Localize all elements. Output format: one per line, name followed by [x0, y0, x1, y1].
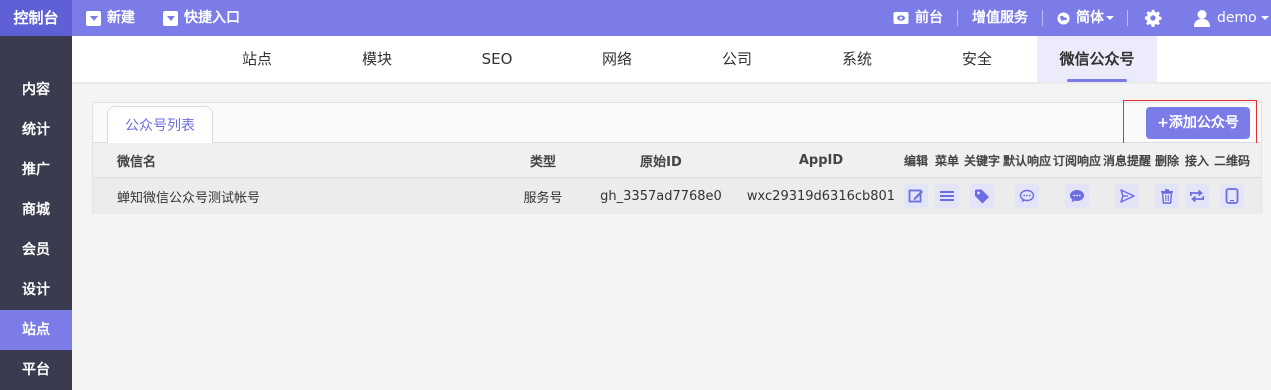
top-bar: 控制台 新建 快捷入口 前台 增值服务 简体 demo [0, 0, 1271, 36]
sidebar: 内容 统计 推广 商城 会员 设计 站点 平台 [0, 36, 72, 390]
highlight-box: +添加公众号 [1123, 100, 1257, 145]
connect-button[interactable] [1185, 184, 1209, 208]
exchange-icon [1190, 189, 1204, 203]
trash-icon [1161, 189, 1173, 204]
edit-icon [908, 189, 923, 203]
col-notify: 消息提醒 [1102, 153, 1151, 168]
divider [1127, 10, 1128, 26]
caret-down-icon [163, 10, 178, 26]
caret-down-icon [86, 10, 101, 26]
default-reply-button[interactable] [1015, 184, 1039, 208]
shortcut-menu[interactable]: 快捷入口 [163, 0, 240, 36]
col-subscribe-reply: 订阅响应 [1052, 153, 1101, 168]
col-type: 类型 [529, 154, 556, 170]
notify-button[interactable] [1115, 184, 1139, 208]
nav-tab[interactable]: 安全 [917, 36, 1037, 82]
sidebar-item[interactable]: 推广 [0, 150, 72, 190]
nav-tabs: 站点 模块 SEO 网络 公司 系统 安全 微信公众号 [72, 36, 1271, 82]
nav-tab[interactable]: SEO [437, 36, 557, 82]
edit-button[interactable] [904, 184, 928, 208]
value-service-label: 增值服务 [972, 10, 1028, 26]
subscribe-reply-button[interactable] [1065, 184, 1089, 208]
chat-icon [1070, 190, 1084, 203]
language-label: 简体 [1076, 10, 1104, 26]
table-header: 微信名 类型 原始ID AppID 编辑 菜单 关键字 默认响应 订阅响应 消息… [93, 143, 1261, 178]
account-type: 服务号 [523, 190, 563, 206]
add-account-button[interactable]: +添加公众号 [1146, 107, 1250, 139]
app-logo[interactable]: 控制台 [0, 0, 72, 36]
tab-account-list[interactable]: 公众号列表 [107, 106, 213, 144]
send-icon [1120, 189, 1135, 203]
sidebar-item[interactable]: 会员 [0, 230, 72, 270]
account-original-id: gh_3357ad7768e0 [600, 188, 722, 204]
keyword-button[interactable] [970, 184, 994, 208]
globe-icon [1057, 11, 1070, 25]
nav-tab[interactable]: 站点 [197, 36, 317, 82]
menu-button[interactable] [935, 184, 959, 208]
sidebar-list: 内容 统计 推广 商城 会员 设计 站点 平台 [0, 70, 72, 390]
nav-tab[interactable]: 公司 [677, 36, 797, 82]
eye-icon [893, 11, 909, 25]
nav-tab[interactable]: 微信公众号 [1037, 36, 1157, 82]
settings-button[interactable] [1144, 0, 1162, 36]
language-switcher[interactable]: 简体 [1057, 0, 1114, 36]
col-connect: 接入 [1184, 153, 1209, 168]
sidebar-item[interactable]: 平台 [0, 350, 72, 390]
frontend-link[interactable]: 前台 [893, 0, 943, 36]
value-service-link[interactable]: 增值服务 [972, 0, 1028, 36]
chat-outline-icon [1019, 189, 1035, 203]
col-qrcode: 二维码 [1213, 153, 1250, 168]
caret-down-icon [1260, 15, 1269, 21]
col-default-reply: 默认响应 [1002, 153, 1051, 168]
frontend-label: 前台 [915, 10, 943, 26]
caret-down-icon [1106, 15, 1114, 21]
sidebar-item[interactable]: 设计 [0, 270, 72, 310]
nav-tab[interactable]: 模块 [317, 36, 437, 82]
delete-button[interactable] [1155, 184, 1179, 208]
col-appid: AppID [798, 152, 844, 168]
account-name: 蝉知微信公众号测试帐号 [117, 190, 261, 206]
new-menu[interactable]: 新建 [86, 0, 135, 36]
sidebar-item[interactable]: 商城 [0, 190, 72, 230]
user-label: demo [1217, 10, 1257, 26]
user-menu[interactable]: demo [1193, 0, 1269, 36]
account-appid: wxc29319d6316cb801 [746, 188, 896, 204]
col-menu: 菜单 [934, 153, 959, 168]
tablet-icon [1225, 188, 1239, 204]
gear-icon [1144, 9, 1162, 27]
panel-tab-strip: 公众号列表 +添加公众号 [93, 100, 1261, 145]
shortcut-label: 快捷入口 [184, 10, 240, 26]
list-icon [940, 191, 954, 201]
table-row: 蝉知微信公众号测试帐号 服务号 gh_3357ad7768e0 wxc29319… [93, 178, 1261, 214]
account-list-panel: 公众号列表 +添加公众号 微信名 类型 原始ID AppID 编辑 菜单 关键字… [92, 100, 1262, 214]
tag-icon [975, 189, 989, 204]
sidebar-item[interactable]: 内容 [0, 70, 72, 110]
col-edit: 编辑 [903, 153, 928, 168]
col-name: 微信名 [117, 154, 157, 170]
user-icon [1193, 9, 1211, 27]
nav-tab[interactable]: 系统 [797, 36, 917, 82]
qrcode-button[interactable] [1220, 184, 1244, 208]
sidebar-item[interactable]: 站点 [0, 310, 72, 350]
sidebar-header [0, 36, 72, 70]
col-original-id: 原始ID [640, 154, 682, 170]
nav-tab[interactable]: 网络 [557, 36, 677, 82]
col-delete: 删除 [1154, 153, 1179, 168]
new-label: 新建 [107, 10, 135, 26]
col-keyword: 关键字 [963, 153, 1000, 168]
divider [1042, 10, 1043, 26]
divider [957, 10, 958, 26]
sidebar-item[interactable]: 统计 [0, 110, 72, 150]
